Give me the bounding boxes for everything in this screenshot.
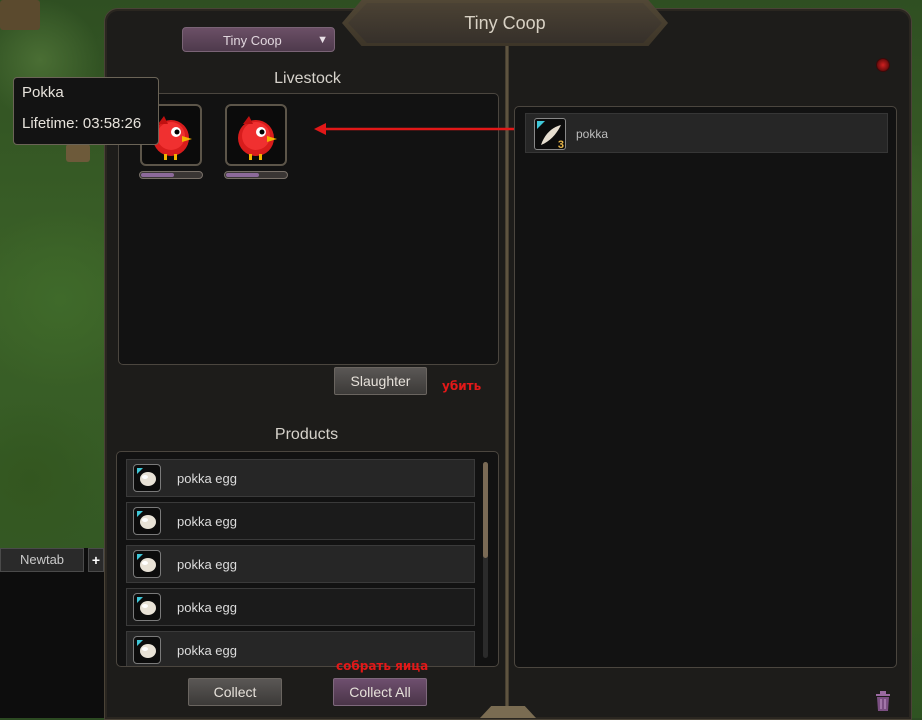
panel-divider: [505, 44, 509, 718]
egg-icon: [133, 507, 161, 535]
livestock-title: Livestock: [274, 70, 341, 87]
feather-icon: 3: [534, 118, 566, 150]
product-label: pokka egg: [177, 514, 237, 529]
product-row[interactable]: pokka egg: [126, 502, 475, 540]
animal-tooltip: Pokka Lifetime: 03:58:26: [13, 77, 159, 145]
building-select-value: Tiny Coop: [223, 33, 282, 48]
product-row[interactable]: pokka egg: [126, 459, 475, 497]
lifetime-bar-2: [224, 171, 288, 179]
egg-icon: [133, 636, 161, 664]
slaughter-annotation: убить: [442, 379, 482, 393]
window-title: Tiny Coop: [348, 3, 662, 43]
livestock-slot-2[interactable]: [225, 104, 287, 166]
egg-icon: [133, 464, 161, 492]
inventory-panel: 3 pokka: [514, 106, 897, 668]
product-row[interactable]: pokka egg: [126, 588, 475, 626]
product-label: pokka egg: [177, 600, 237, 615]
tooltip-lifetime: Lifetime: 03:58:26: [22, 115, 142, 132]
egg-icon: [133, 550, 161, 578]
building-select[interactable]: Tiny Coop ▼: [182, 27, 335, 52]
inventory-row[interactable]: 3 pokka: [525, 113, 888, 153]
chevron-down-icon: ▼: [317, 34, 328, 46]
products-title: Products: [274, 426, 339, 443]
slaughter-button[interactable]: Slaughter: [334, 367, 427, 395]
product-row[interactable]: pokka egg: [126, 545, 475, 583]
lifetime-bar-fill-2: [226, 173, 259, 177]
inventory-quantity: 3: [557, 139, 564, 150]
close-icon[interactable]: [876, 58, 890, 72]
products-scrollbar[interactable]: [483, 462, 488, 658]
product-label: pokka egg: [177, 471, 237, 486]
red-bird-icon: [238, 116, 277, 160]
collect-all-annotation: собрать яица: [336, 659, 429, 673]
annotation-arrow: [314, 123, 535, 135]
inventory-label: pokka: [576, 127, 609, 141]
product-label: pokka egg: [177, 557, 237, 572]
chat-add-tab-button[interactable]: +: [88, 548, 104, 572]
trash-icon[interactable]: [874, 690, 892, 712]
lifetime-bar-fill-1: [141, 173, 174, 177]
lifetime-bar-1: [139, 171, 203, 179]
egg-icon: [133, 593, 161, 621]
collect-all-button[interactable]: Collect All: [333, 678, 427, 706]
world-rock: [0, 0, 40, 30]
chat-panel: Newtab +: [0, 548, 104, 718]
chat-tab-newtab[interactable]: Newtab: [0, 548, 84, 572]
world-crate: [66, 144, 90, 162]
collect-button[interactable]: Collect: [188, 678, 282, 706]
product-label: pokka egg: [177, 643, 237, 658]
products-panel: pokka egg pokka egg pokka egg pokka egg …: [116, 451, 499, 667]
products-scroll-thumb[interactable]: [483, 462, 488, 558]
tooltip-name: Pokka: [22, 84, 64, 101]
